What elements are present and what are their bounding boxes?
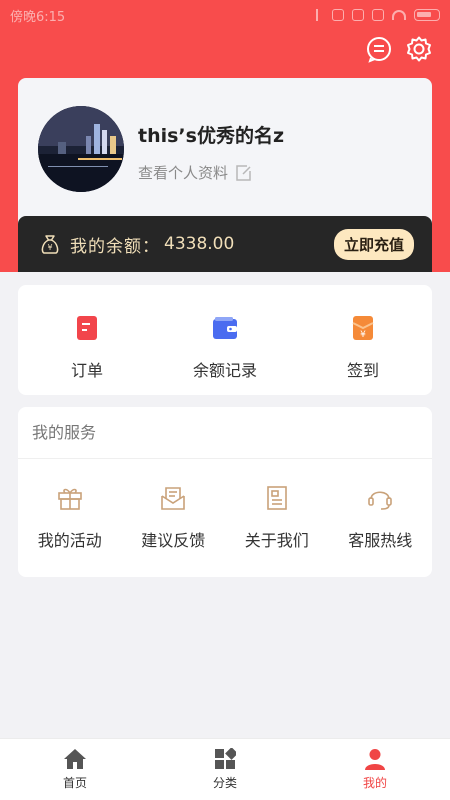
service-label-hotline: 客服热线 xyxy=(348,531,413,550)
service-item-about[interactable]: 关于我们 xyxy=(225,459,329,551)
signal-icon xyxy=(372,9,384,21)
wifi-icon xyxy=(392,10,406,20)
profile-card: this’s优秀的名z 查看个人资料 xyxy=(18,78,432,228)
quick-item-balance-record[interactable]: 余额记录 xyxy=(156,285,294,395)
wallet-icon xyxy=(208,311,242,345)
svg-text:¥: ¥ xyxy=(47,243,52,252)
silent-icon xyxy=(332,9,344,21)
service-item-activities[interactable]: 我的活动 xyxy=(18,459,122,551)
category-icon xyxy=(215,748,236,769)
message-icon xyxy=(367,37,391,63)
quick-item-order[interactable]: 订单 xyxy=(18,285,156,395)
tab-category[interactable]: 分类 xyxy=(150,739,300,800)
gift-icon xyxy=(55,483,85,513)
quick-actions-card: 订单 余额记录 ¥ 签到 xyxy=(18,285,432,395)
headset-icon xyxy=(365,483,395,513)
balance-bar: ¥ 我的余额： 4338.00 立即充值 xyxy=(18,216,432,272)
settings-button[interactable] xyxy=(404,34,434,64)
tab-label-category: 分类 xyxy=(212,776,237,790)
money-bag-icon: ¥ xyxy=(41,235,59,254)
edit-icon xyxy=(236,164,251,181)
tab-label-mine: 我的 xyxy=(362,776,387,790)
services-grid: 我的活动 建议反馈 关于我们 客服热线 xyxy=(18,459,432,551)
checkin-icon: ¥ xyxy=(346,311,380,345)
service-item-feedback[interactable]: 建议反馈 xyxy=(122,459,226,551)
quick-item-checkin[interactable]: ¥ 签到 xyxy=(294,285,432,395)
status-time: 傍晚6:15 xyxy=(10,9,66,25)
document-icon xyxy=(262,483,292,513)
gear-icon xyxy=(407,36,431,62)
service-label-about: 关于我们 xyxy=(244,531,309,550)
service-item-hotline[interactable]: 客服热线 xyxy=(329,459,433,551)
bluetooth-icon xyxy=(316,9,324,21)
mail-icon xyxy=(158,483,188,513)
quick-label-balance-record: 余额记录 xyxy=(192,361,257,380)
svg-text:¥: ¥ xyxy=(360,330,366,340)
status-bar: 傍晚6:15 xyxy=(0,0,450,30)
user-icon xyxy=(365,749,385,770)
tab-label-home: 首页 xyxy=(62,776,87,790)
view-profile-label: 查看个人资料 xyxy=(138,164,229,182)
tab-mine[interactable]: 我的 xyxy=(300,739,450,800)
service-label-activities: 我的活动 xyxy=(37,531,102,550)
order-icon xyxy=(70,311,104,345)
balance-amount: 4338.00 xyxy=(164,234,235,254)
quick-label-checkin: 签到 xyxy=(346,361,379,380)
avatar[interactable] xyxy=(38,106,124,192)
status-icons xyxy=(316,9,440,21)
view-profile-link[interactable]: 查看个人资料 xyxy=(138,162,252,183)
message-button[interactable] xyxy=(364,34,394,64)
recharge-button[interactable]: 立即充值 xyxy=(333,228,414,260)
balance-label: 我的余额： xyxy=(70,236,160,257)
tab-home[interactable]: 首页 xyxy=(0,739,150,800)
service-label-feedback: 建议反馈 xyxy=(141,531,206,550)
bottom-tabbar: 首页 分类 我的 xyxy=(0,738,450,800)
quick-label-order: 订单 xyxy=(70,361,103,380)
profile-name: this’s优秀的名z xyxy=(138,125,285,147)
top-actions xyxy=(364,34,434,64)
services-card: 我的服务 我的活动 建议反馈 关于我们 客服热线 xyxy=(18,407,432,577)
alarm-icon xyxy=(352,9,364,21)
home-icon xyxy=(64,749,86,769)
battery-icon xyxy=(414,9,440,21)
services-title: 我的服务 xyxy=(18,407,432,459)
